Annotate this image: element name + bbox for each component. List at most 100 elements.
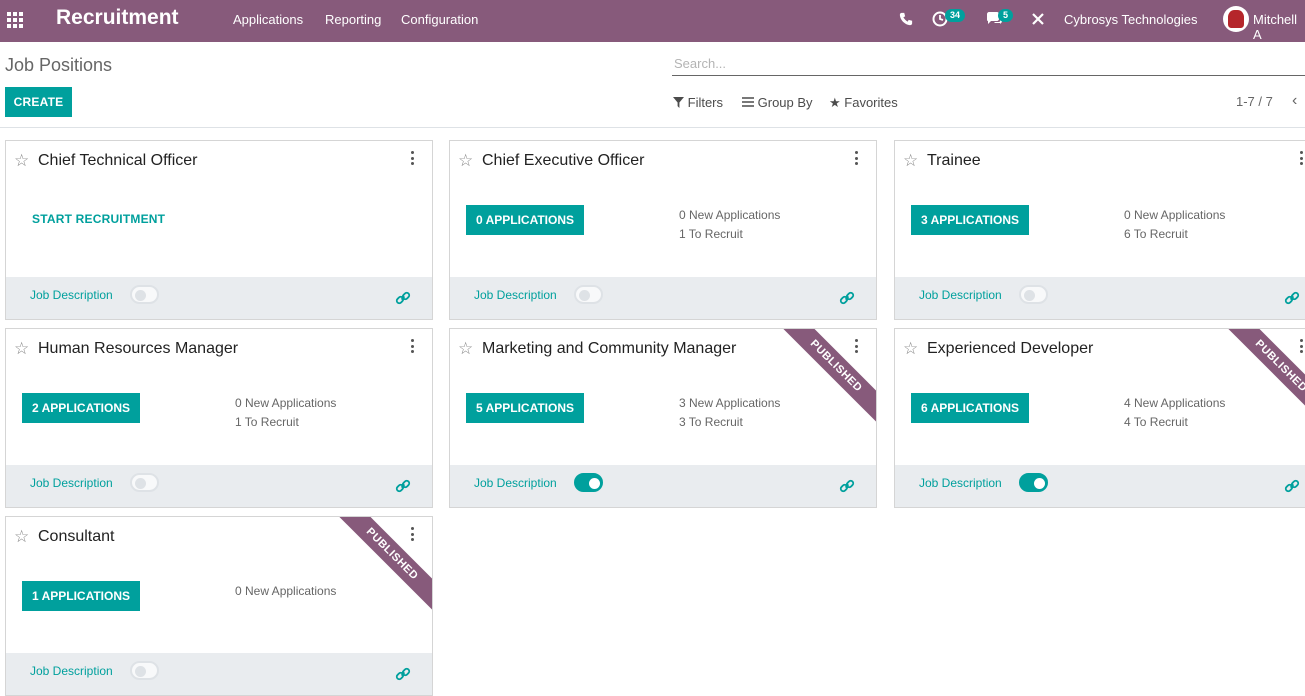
favorites-label: Favorites	[844, 95, 898, 110]
new-applications-count[interactable]: 4 New Applications	[1124, 396, 1225, 410]
job-description-toggle[interactable]	[130, 661, 159, 680]
job-description-toggle[interactable]	[574, 473, 603, 492]
filters-button[interactable]: Filters	[673, 95, 723, 110]
menu-configuration[interactable]: Configuration	[401, 12, 478, 27]
job-card[interactable]: ☆ Human Resources Manager 2 APPLICATIONS 0 …	[5, 328, 433, 508]
job-description-label[interactable]: Job Description	[919, 288, 1002, 302]
link-icon[interactable]	[1284, 290, 1300, 306]
applications-button[interactable]: 2 APPLICATIONS	[22, 393, 141, 423]
new-applications-count[interactable]: 3 New Applications	[679, 396, 780, 410]
app-title: Recruitment	[56, 6, 179, 29]
card-menu-icon[interactable]	[411, 151, 415, 165]
user-avatar[interactable]	[1223, 6, 1249, 32]
job-description-toggle[interactable]	[130, 285, 159, 304]
pager-value[interactable]: 1-7 / 7	[1236, 94, 1273, 109]
card-menu-icon[interactable]	[1300, 339, 1304, 353]
job-card[interactable]: ☆ Chief Technical Officer START RECRUITMEN…	[5, 140, 433, 320]
link-icon[interactable]	[839, 478, 855, 494]
card-menu-icon[interactable]	[855, 339, 859, 353]
job-card[interactable]: ☆ Trainee 3 APPLICATIONS 0 New Applications…	[894, 140, 1305, 320]
job-description-toggle[interactable]	[130, 473, 159, 492]
applications-button[interactable]: 5 APPLICATIONS	[466, 393, 585, 423]
published-ribbon: PUBLISHED	[778, 329, 876, 424]
debug-tools-icon[interactable]	[1031, 12, 1045, 26]
page-title: Job Positions	[5, 55, 113, 75]
job-title[interactable]: Human Resources Manager	[38, 340, 238, 358]
card-footer: Job Description	[450, 465, 876, 507]
favorite-star-icon[interactable]: ☆	[14, 527, 29, 547]
card-footer: Job Description	[6, 277, 432, 319]
job-description-label[interactable]: Job Description	[30, 664, 113, 678]
user-menu[interactable]: Mitchell A	[1253, 12, 1305, 42]
search-input[interactable]	[672, 52, 1305, 76]
job-description-label[interactable]: Job Description	[474, 288, 557, 302]
menu-reporting[interactable]: Reporting	[325, 12, 381, 27]
favorite-star-icon[interactable]: ☆	[903, 339, 918, 359]
link-icon[interactable]	[1284, 478, 1300, 494]
card-menu-icon[interactable]	[411, 339, 415, 353]
job-title[interactable]: Experienced Developer	[927, 340, 1093, 358]
job-title[interactable]: Consultant	[38, 528, 115, 546]
job-description-label[interactable]: Job Description	[474, 476, 557, 490]
job-description-label[interactable]: Job Description	[30, 288, 113, 302]
phone-icon[interactable]	[899, 12, 913, 26]
job-title[interactable]: Chief Executive Officer	[482, 152, 644, 170]
card-footer: Job Description	[895, 277, 1305, 319]
to-recruit-count: 4 To Recruit	[1124, 415, 1188, 429]
message-count-badge: 5	[998, 9, 1014, 22]
job-card[interactable]: ☆ Chief Executive Officer 0 APPLICATIONS 0 …	[449, 140, 877, 320]
to-recruit-count: 1 To Recruit	[679, 227, 743, 241]
favorites-button[interactable]: ★ Favorites	[829, 95, 898, 111]
star-icon: ★	[829, 95, 841, 110]
new-applications-count[interactable]: 0 New Applications	[1124, 208, 1225, 222]
favorite-star-icon[interactable]: ☆	[14, 339, 29, 359]
card-footer: Job Description	[450, 277, 876, 319]
apps-menu-icon[interactable]	[6, 11, 24, 29]
link-icon[interactable]	[395, 478, 411, 494]
published-ribbon: PUBLISHED	[1223, 329, 1305, 424]
company-switcher[interactable]: Cybrosys Technologies	[1064, 12, 1197, 27]
job-description-toggle[interactable]	[574, 285, 603, 304]
job-description-toggle[interactable]	[1019, 473, 1048, 492]
card-menu-icon[interactable]	[855, 151, 859, 165]
new-applications-count[interactable]: 0 New Applications	[235, 396, 336, 410]
link-icon[interactable]	[395, 666, 411, 682]
new-applications-count[interactable]: 0 New Applications	[679, 208, 780, 222]
job-title[interactable]: Marketing and Community Manager	[482, 340, 736, 358]
activity-count-badge: 34	[945, 9, 966, 22]
card-menu-icon[interactable]	[1300, 151, 1304, 165]
job-card[interactable]: ☆ Experienced Developer 6 APPLICATIONS 4 Ne…	[894, 328, 1305, 508]
job-description-label[interactable]: Job Description	[919, 476, 1002, 490]
new-applications-count[interactable]: 0 New Applications	[235, 584, 336, 598]
to-recruit-count: 3 To Recruit	[679, 415, 743, 429]
control-panel: Job Positions CREATE Filters Group By ★ …	[0, 42, 1305, 128]
job-title[interactable]: Trainee	[927, 152, 981, 170]
applications-button[interactable]: 1 APPLICATIONS	[22, 581, 141, 611]
applications-button[interactable]: 0 APPLICATIONS	[466, 205, 585, 235]
group-by-button[interactable]: Group By	[742, 95, 813, 110]
menu-applications[interactable]: Applications	[233, 12, 303, 27]
job-card[interactable]: ☆ Marketing and Community Manager 5 APPLIC…	[449, 328, 877, 508]
to-recruit-count: 6 To Recruit	[1124, 227, 1188, 241]
list-icon	[742, 97, 754, 107]
job-title[interactable]: Chief Technical Officer	[38, 152, 197, 170]
favorite-star-icon[interactable]: ☆	[903, 151, 918, 171]
link-icon[interactable]	[839, 290, 855, 306]
job-card[interactable]: ☆ Consultant 1 APPLICATIONS 0 New Applicati…	[5, 516, 433, 696]
job-description-toggle[interactable]	[1019, 285, 1048, 304]
to-recruit-count: 1 To Recruit	[235, 415, 299, 429]
link-icon[interactable]	[395, 290, 411, 306]
create-button[interactable]: CREATE	[5, 87, 72, 117]
card-menu-icon[interactable]	[411, 527, 415, 541]
card-footer: Job Description	[895, 465, 1305, 507]
favorite-star-icon[interactable]: ☆	[458, 339, 473, 359]
favorite-star-icon[interactable]: ☆	[14, 151, 29, 171]
job-description-label[interactable]: Job Description	[30, 476, 113, 490]
applications-button[interactable]: 3 APPLICATIONS	[911, 205, 1030, 235]
published-ribbon: PUBLISHED	[334, 517, 432, 612]
card-footer: Job Description	[6, 653, 432, 695]
pager-previous-icon[interactable]: ‹	[1292, 92, 1297, 110]
applications-button[interactable]: 6 APPLICATIONS	[911, 393, 1030, 423]
start-recruitment-link[interactable]: START RECRUITMENT	[32, 212, 165, 226]
favorite-star-icon[interactable]: ☆	[458, 151, 473, 171]
